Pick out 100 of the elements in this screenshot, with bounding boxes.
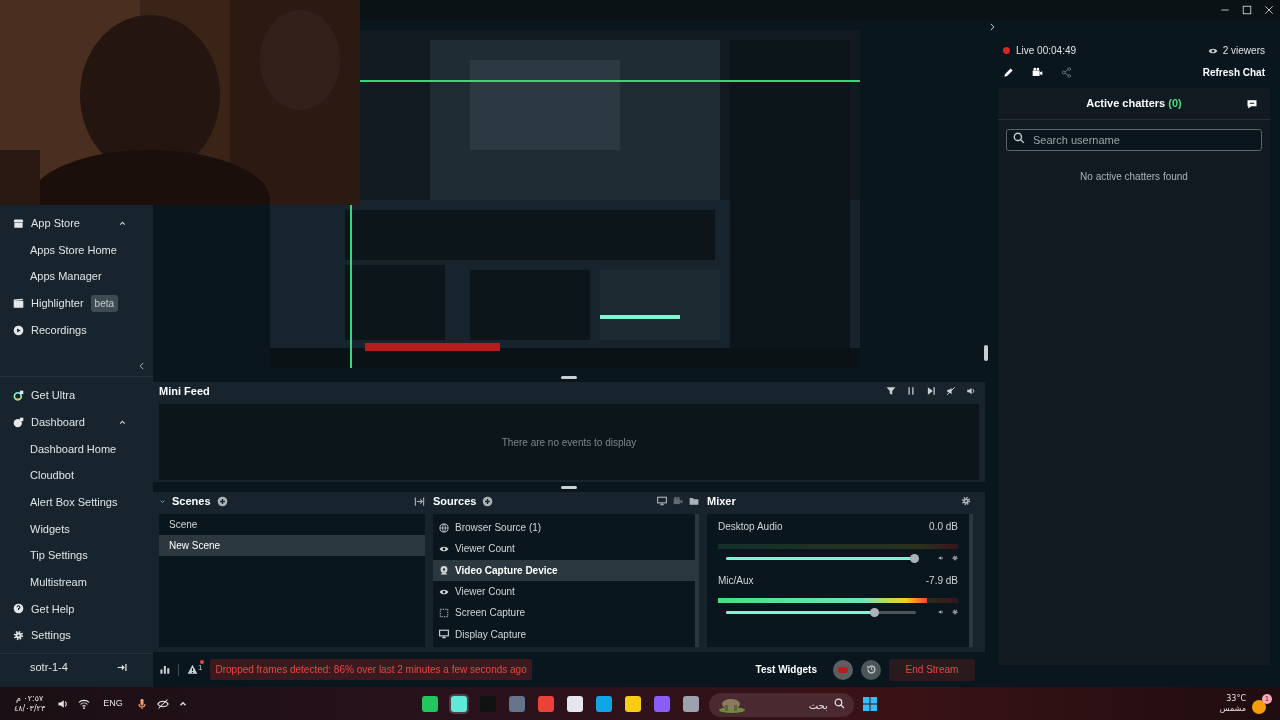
add-source-icon[interactable] [482, 495, 494, 507]
source-item[interactable]: Display Capture [433, 623, 695, 645]
sidebar-item[interactable]: Settings [0, 622, 153, 649]
taskbar-app-icon[interactable] [682, 695, 699, 712]
taskbar-app-icon[interactable] [595, 695, 612, 712]
popout-icon[interactable] [1246, 97, 1258, 110]
chart-icon[interactable] [159, 664, 170, 675]
test-widgets-link[interactable]: Test Widgets [755, 662, 817, 677]
maximize-icon[interactable] [1241, 4, 1253, 16]
sidebar-item[interactable]: Recordings [0, 316, 153, 344]
taskbar-app-icon[interactable] [566, 695, 583, 712]
store-icon [13, 217, 24, 229]
live-timer: Live 00:04:49 [1016, 44, 1077, 58]
monitor-icon[interactable] [657, 496, 667, 506]
eye-off-icon[interactable] [156, 697, 169, 710]
settings-icon[interactable] [952, 553, 958, 563]
speaker-icon[interactable] [966, 386, 976, 396]
skip-icon[interactable] [926, 386, 936, 396]
scene-item[interactable]: Scene [159, 514, 425, 535]
resize-handle[interactable] [984, 345, 988, 361]
sidebar-subitem[interactable]: Alert Box Settings [0, 488, 153, 516]
taskbar-search-field[interactable]: بحث [708, 693, 854, 717]
taskbar-app-icon[interactable] [450, 695, 467, 712]
source-item[interactable]: Screen Capture [433, 602, 695, 624]
language-indicator[interactable]: ENG [103, 696, 123, 711]
weather-condition[interactable]: مشمس [1219, 703, 1246, 714]
start-icon[interactable] [861, 695, 878, 712]
sidebar-item[interactable]: Get Ultra [0, 382, 153, 409]
temperature[interactable]: 33°C [1226, 693, 1246, 704]
split-icon[interactable] [414, 495, 425, 507]
pencil-icon[interactable] [1003, 67, 1014, 78]
channel-name: Desktop Audio [718, 520, 783, 534]
db-reading: -7.9 dB [925, 574, 958, 588]
monitor-icon [439, 629, 449, 640]
db-reading: 0.0 dB [929, 520, 958, 534]
sidebar-subitem[interactable]: Dashboard Home [0, 435, 153, 463]
taskbar-app-icon[interactable] [624, 695, 641, 712]
scene-item[interactable]: New Scene [159, 535, 425, 556]
replay-button[interactable] [861, 659, 881, 680]
speaker-icon[interactable] [938, 553, 944, 563]
filter-icon[interactable] [886, 386, 896, 396]
search-icon [1013, 132, 1025, 144]
sidebar-item[interactable]: Dashboard [0, 408, 153, 436]
beta-tag: beta [90, 294, 119, 312]
warning-icon[interactable] [187, 664, 198, 675]
pause-icon[interactable] [906, 386, 916, 396]
sidebar-subitem[interactable]: Tip Settings [0, 542, 153, 569]
sidebar-subitem[interactable]: Apps Store Home [0, 236, 153, 264]
dashed-square-icon [439, 607, 449, 618]
refresh-chat-link[interactable]: Refresh Chat [1202, 65, 1265, 80]
channel-name: Mic/Aux [718, 574, 754, 588]
resize-handle[interactable] [561, 375, 577, 379]
search-field[interactable]: Search username [1006, 129, 1262, 151]
source-item[interactable]: Viewer Count [433, 580, 695, 603]
end-stream-button[interactable]: End Stream [889, 658, 975, 681]
share-icon[interactable] [1061, 67, 1072, 78]
microphone-icon[interactable] [135, 697, 148, 710]
source-item[interactable]: Video Capture Device [433, 559, 695, 581]
wifi-icon[interactable] [78, 697, 91, 710]
settings-icon [13, 630, 24, 642]
sidebar-item[interactable]: Highlighter beta [0, 290, 153, 317]
folder-icon[interactable] [689, 496, 699, 506]
taskbar-app-icon[interactable] [421, 695, 438, 712]
help-icon [13, 603, 24, 615]
settings-icon[interactable] [952, 607, 958, 617]
settings-icon[interactable] [961, 496, 971, 506]
speaker-icon[interactable] [57, 697, 70, 710]
webcam-icon [439, 565, 449, 576]
empty-message: No active chatters found [1079, 170, 1189, 184]
panel-title: Active chatters (0) [1086, 96, 1182, 112]
ring-icon [13, 389, 24, 401]
sidebar-subitem[interactable]: Apps Manager [0, 263, 153, 291]
record-button[interactable] [833, 659, 853, 680]
sidebar-subitem[interactable]: Multistream [0, 568, 153, 596]
source-item[interactable]: Browser Source (1) [433, 517, 695, 539]
speaker-icon[interactable] [938, 607, 944, 617]
add-scene-icon[interactable] [216, 495, 228, 507]
empty-message: There are no events to display [501, 435, 637, 450]
taskbar-date[interactable]: ٤٨/٠٣/٢٣ [14, 703, 46, 714]
film-icon [13, 297, 24, 309]
dashboard-icon [13, 416, 24, 428]
sidebar-item[interactable]: App Store [0, 210, 153, 237]
play-icon [13, 324, 24, 336]
sidebar-subitem[interactable]: Cloudbot [0, 462, 153, 489]
video-camera-icon[interactable] [1032, 67, 1043, 78]
section-title: Sources [433, 493, 477, 509]
sidebar-subitem[interactable]: Widgets [0, 515, 153, 543]
chevron-down-icon[interactable] [159, 497, 166, 505]
search-icon [833, 697, 845, 709]
resize-handle[interactable] [561, 485, 577, 489]
taskbar-time[interactable]: ٠٢:٥٧ م [15, 693, 44, 704]
weather-icon[interactable] [1252, 699, 1266, 714]
globe-icon [439, 522, 449, 533]
mute-icon[interactable] [946, 386, 956, 396]
close-icon[interactable] [1263, 4, 1275, 16]
section-title: Scenes [172, 493, 211, 509]
logout-icon[interactable] [117, 662, 128, 673]
sidebar-item[interactable]: Get Help [0, 595, 153, 623]
source-item[interactable]: Viewer Count [433, 538, 695, 560]
section-title: Mixer [707, 493, 736, 509]
